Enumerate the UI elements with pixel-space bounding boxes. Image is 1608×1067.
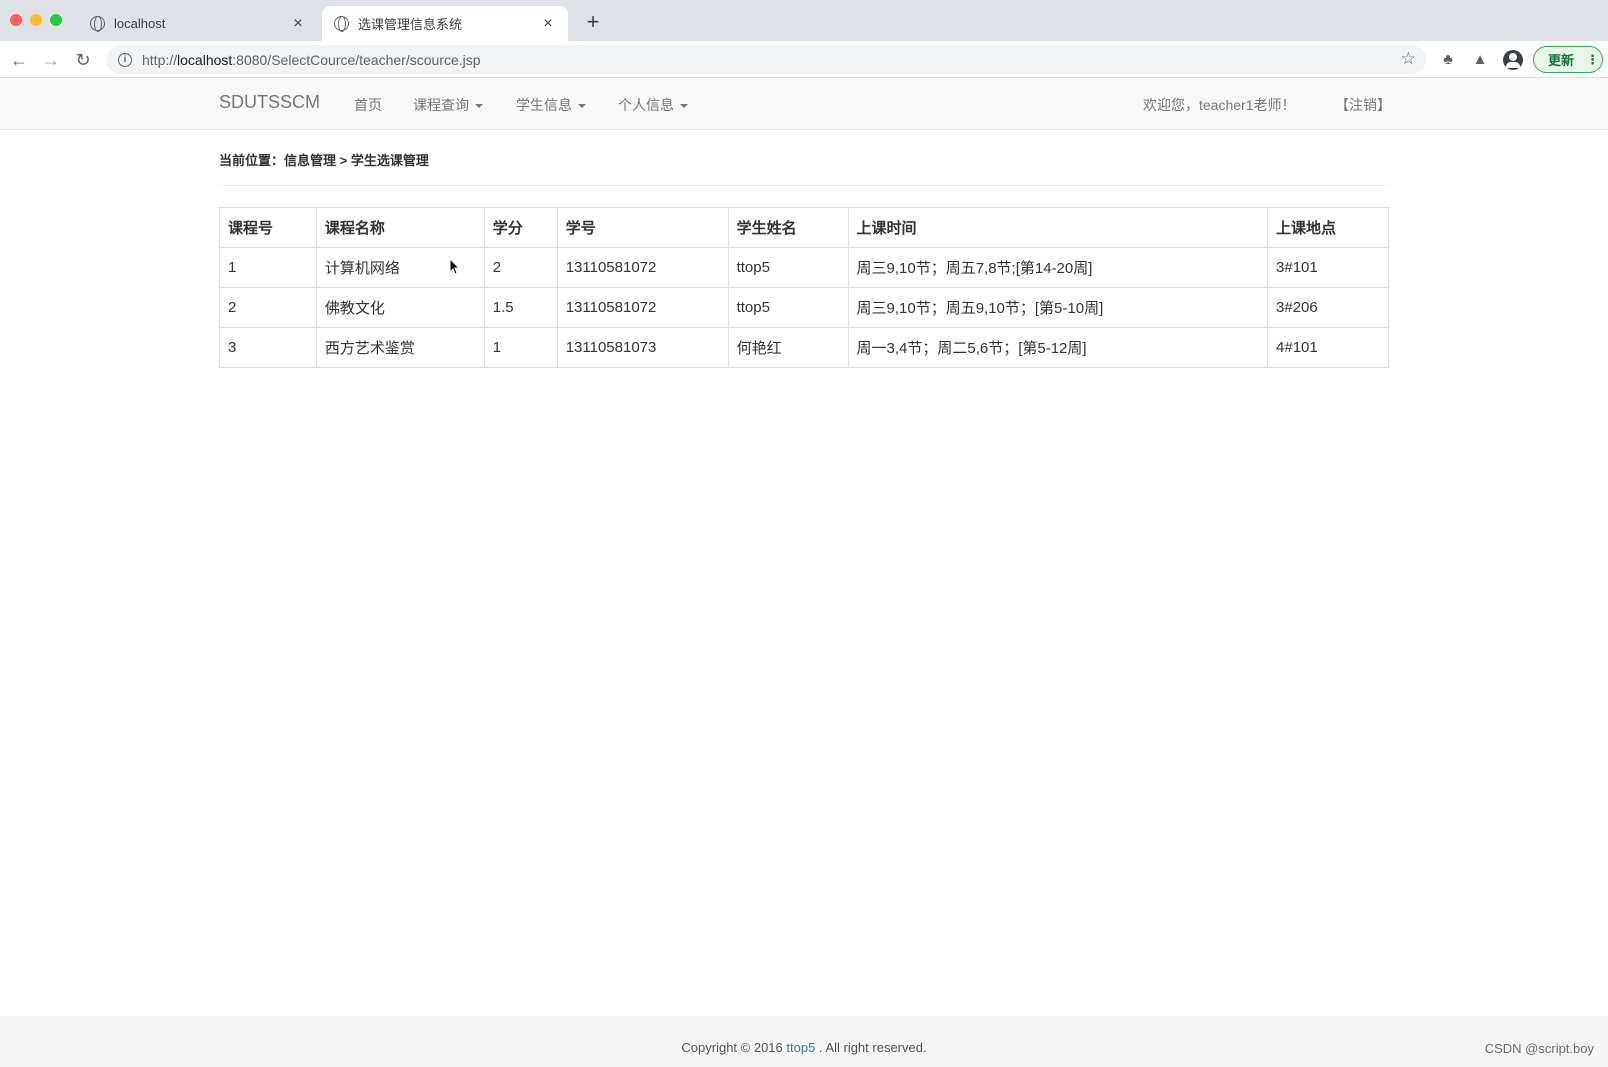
nav-personal-info-label: 个人信息: [618, 97, 674, 113]
table-cell: 佛教文化: [315, 287, 485, 328]
mouse-cursor-icon: [449, 258, 461, 275]
table-cell: 西方艺术鉴赏: [315, 327, 485, 368]
table-cell: 周一3,4节；周二5,6节；[第5-12周]: [847, 327, 1269, 368]
welcome-text: 欢迎您，teacher1老师！: [1143, 97, 1296, 113]
site-navbar: SDUTSSCM 首页 课程查询 学生信息 个人信息 欢迎您，teacher1老…: [0, 78, 1608, 130]
star-icon[interactable]: ☆: [1401, 49, 1416, 69]
globe-icon: [334, 16, 349, 32]
table-row: 1 计算机网络 2 13110581072 ttop5 周三9,10节；周五7,…: [219, 247, 1389, 288]
table-cell: 周三9,10节；周五9,10节；[第5-10周]: [847, 287, 1269, 328]
nav-student-info[interactable]: 学生信息: [516, 95, 586, 115]
back-arrow-icon[interactable]: ←: [6, 47, 32, 73]
caret-down-icon: [475, 104, 483, 109]
course-selection-table: 课程号 课程名称 学分 学号 学生姓名 上课时间 上课地点 1 计算机网络 2 …: [219, 207, 1389, 368]
table-row: 2 佛教文化 1.5 13110581072 ttop5 周三9,10节；周五9…: [219, 287, 1389, 328]
table-row: 3 西方艺术鉴赏 1 13110581073 何艳红 周一3,4节；周二5,6节…: [219, 327, 1389, 368]
table-cell: 3#206: [1267, 287, 1389, 328]
table-cell: 4#101: [1267, 327, 1389, 368]
column-header: 上课地点: [1267, 207, 1389, 248]
copyright-prefix: Copyright © 2016: [681, 1040, 787, 1055]
address-bar[interactable]: i http://localhost:8080/SelectCource/tea…: [106, 45, 1426, 74]
table-cell: 3: [219, 327, 317, 368]
column-header: 学生姓名: [727, 207, 849, 248]
table-header-row: 课程号 课程名称 学分 学号 学生姓名 上课时间 上课地点: [219, 207, 1389, 248]
reload-icon[interactable]: ↻: [70, 47, 96, 73]
caret-down-icon: [680, 104, 688, 109]
tab-close-icon[interactable]: ×: [540, 15, 556, 33]
tab-title: 选课管理信息系统: [358, 17, 463, 32]
divider: [219, 185, 1389, 186]
breadcrumb: 当前位置：信息管理 > 学生选课管理: [219, 153, 429, 168]
url-path: :8080/SelectCource/teacher/scource.jsp: [232, 51, 481, 68]
tab-close-icon[interactable]: ×: [290, 15, 306, 33]
forward-arrow-icon[interactable]: →: [38, 47, 64, 73]
site-brand[interactable]: SDUTSSCM: [219, 92, 320, 113]
watermark: CSDN @script.boy: [1484, 1041, 1594, 1056]
table-cell: 2: [483, 247, 558, 288]
close-window-button[interactable]: [10, 14, 22, 26]
new-tab-button[interactable]: +: [580, 9, 606, 35]
table-cell: 13110581072: [556, 287, 729, 328]
table-cell: 何艳红: [727, 327, 849, 368]
table-cell: 3#101: [1267, 247, 1389, 288]
table-cell: ttop5: [727, 247, 849, 288]
column-header: 课程名称: [315, 207, 485, 248]
table-cell: 13110581073: [556, 327, 729, 368]
table-cell: 周三9,10节；周五7,8节;[第14-20周]: [847, 247, 1269, 288]
info-icon[interactable]: i: [118, 52, 132, 67]
globe-icon: [90, 16, 105, 32]
tab-course-system[interactable]: 选课管理信息系统 ×: [322, 6, 568, 41]
browser-toolbar: ← → ↻ i http://localhost:8080/SelectCour…: [0, 41, 1608, 78]
nav-home[interactable]: 首页: [354, 95, 382, 115]
flask-icon[interactable]: ▲: [1468, 48, 1492, 72]
browser-tabstrip: localhost × 选课管理信息系统 × +: [0, 0, 1608, 41]
author-link[interactable]: ttop5: [786, 1040, 815, 1055]
update-label: 更新: [1548, 53, 1575, 68]
tab-title: localhost: [114, 16, 166, 31]
column-header: 学分: [483, 207, 558, 248]
nav-course-query-label: 课程查询: [413, 97, 469, 113]
nav-student-info-label: 学生信息: [516, 97, 572, 113]
maximize-window-button[interactable]: [50, 14, 62, 26]
nav-personal-info[interactable]: 个人信息: [618, 95, 688, 115]
logout-link[interactable]: 【注销】: [1335, 95, 1391, 115]
copyright-suffix: . All right reserved.: [815, 1040, 927, 1055]
table-cell: 2: [219, 287, 317, 328]
nav-course-query[interactable]: 课程查询: [413, 95, 483, 115]
column-header: 学号: [556, 207, 729, 248]
url-scheme: http://: [142, 51, 178, 68]
table-cell: 1.5: [483, 287, 558, 328]
table-cell: 1: [483, 327, 558, 368]
column-header: 课程号: [219, 207, 317, 248]
minimize-window-button[interactable]: [30, 14, 42, 26]
copyright-text: Copyright © 2016 ttop5 . All right reser…: [0, 1040, 1608, 1055]
table-cell: ttop5: [727, 287, 849, 328]
puzzle-icon[interactable]: ♣: [1436, 48, 1460, 72]
table-cell: 1: [219, 247, 317, 288]
tab-localhost[interactable]: localhost ×: [78, 6, 318, 41]
url-host: localhost: [177, 51, 233, 68]
column-header: 上课时间: [847, 207, 1269, 248]
account-icon[interactable]: [1503, 50, 1523, 70]
update-button[interactable]: 更新 ⋮: [1533, 46, 1603, 73]
menu-dots-icon[interactable]: ⋮: [1586, 52, 1599, 68]
caret-down-icon: [578, 104, 586, 109]
table-cell: 13110581072: [556, 247, 729, 288]
